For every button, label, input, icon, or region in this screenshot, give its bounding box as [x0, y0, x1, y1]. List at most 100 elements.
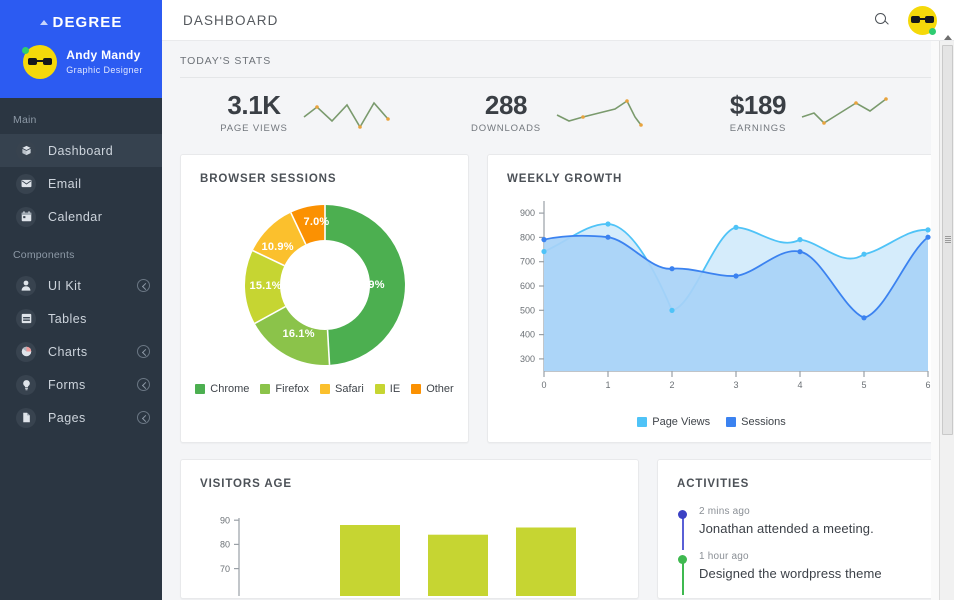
sidebar-item-label: Calendar — [48, 210, 102, 224]
legend-label: Chrome — [210, 383, 249, 395]
donut-chart-area: 50.9% 16.1% 15.1% 10.9% 7.0% — [181, 187, 468, 383]
donut-label-other: 7.0% — [304, 216, 330, 228]
cards-wrapper: BROWSER SESSIONS — [162, 154, 954, 599]
legend-label: Safari — [335, 383, 364, 395]
sidebar-item-label: UI Kit — [48, 279, 81, 293]
legend-item-safari[interactable]: Safari — [320, 383, 364, 395]
user-text: Andy Mandy Graphic Designer — [66, 48, 142, 76]
svg-text:6: 6 — [925, 380, 930, 390]
bar-1 — [340, 525, 400, 596]
top-bar-actions — [874, 6, 937, 35]
user-name: Andy Mandy — [66, 48, 142, 63]
chevron-left-icon[interactable] — [137, 378, 150, 391]
activity-timeline-line — [682, 561, 684, 595]
sidebar-item-pages[interactable]: Pages — [0, 401, 162, 434]
activity-item[interactable]: 2 mins ago Jonathan attended a meeting. — [677, 506, 935, 542]
dashboard-app: DEGREE Andy Mandy Graphic Designer Main … — [0, 0, 954, 600]
avatar-emoji-icon[interactable] — [908, 6, 937, 35]
donut-label-firefox: 16.1% — [283, 328, 315, 340]
donut-chart: 50.9% 16.1% 15.1% 10.9% 7.0% — [241, 201, 409, 369]
sunglasses-icon — [911, 16, 934, 23]
weekly-chart-area: 300 400 500 600 700 800 900 — [488, 185, 935, 413]
sidebar-item-label: Dashboard — [48, 144, 113, 158]
envelope-icon — [16, 174, 36, 194]
activity-dot-icon — [678, 510, 687, 519]
bulb-icon — [16, 375, 36, 395]
scroll-area: TODAY'S STATS 3.1K PAGE VIEWS — [162, 41, 954, 600]
visitors-chart-area: 70 80 90 — [181, 490, 638, 599]
svg-text:0: 0 — [541, 380, 546, 390]
activity-bullet — [677, 506, 688, 536]
sidebar-user[interactable]: Andy Mandy Graphic Designer — [19, 45, 142, 79]
avatar-emoji-icon — [23, 45, 57, 79]
weekly-legend: Page Views Sessions — [488, 416, 935, 428]
legend-swatch — [195, 384, 205, 394]
card-activities: ACTIVITIES 2 mins ago Jonathan attended … — [657, 459, 936, 599]
main-content: DASHBOARD TODAY'S STATS 3.1K PAG — [162, 0, 954, 600]
calendar-icon — [16, 207, 36, 227]
card-visitors-age: VISITORS AGE — [180, 459, 639, 599]
svg-text:400: 400 — [520, 330, 535, 340]
scrollbar-thumb[interactable] — [942, 45, 953, 435]
legend-item-firefox[interactable]: Firefox — [260, 383, 309, 395]
legend-swatch — [320, 384, 330, 394]
chevron-left-icon[interactable] — [137, 279, 150, 292]
scroll-up-arrow-icon[interactable] — [944, 35, 952, 40]
sidebar-item-label: Pages — [48, 411, 86, 425]
sidebar-item-email[interactable]: Email — [0, 167, 162, 200]
svg-text:80: 80 — [220, 540, 230, 550]
stat-value: 288 — [471, 92, 541, 119]
legend-item-ie[interactable]: IE — [375, 383, 400, 395]
stat-downloads: 288 DOWNLOADS — [432, 92, 684, 134]
svg-text:3: 3 — [733, 380, 738, 390]
legend-label: IE — [390, 383, 400, 395]
sidebar-item-label: Forms — [48, 378, 86, 392]
sidebar-item-tables[interactable]: Tables — [0, 302, 162, 335]
activities-list: 2 mins ago Jonathan attended a meeting. — [658, 490, 935, 587]
svg-text:700: 700 — [520, 257, 535, 267]
legend-item-chrome[interactable]: Chrome — [195, 383, 249, 395]
brand-row[interactable]: DEGREE — [40, 10, 123, 34]
activity-dot-icon — [678, 555, 687, 564]
search-icon[interactable] — [874, 12, 890, 28]
chevron-left-icon[interactable] — [137, 411, 150, 424]
legend-swatch — [637, 417, 647, 427]
sidebar-item-forms[interactable]: Forms — [0, 368, 162, 401]
stat-caption: PAGE VIEWS — [220, 123, 287, 134]
sidebar-item-calendar[interactable]: Calendar — [0, 200, 162, 233]
legend-label: Firefox — [275, 383, 309, 395]
svg-text:5: 5 — [861, 380, 866, 390]
activity-item[interactable]: 1 hour ago Designed the wordpress theme — [677, 551, 935, 587]
weekly-growth-svg: 300 400 500 600 700 800 900 — [488, 195, 935, 410]
top-bar: DASHBOARD — [162, 0, 954, 41]
svg-text:800: 800 — [520, 233, 535, 243]
sidebar-item-ui-kit[interactable]: UI Kit — [0, 269, 162, 302]
legend-item-other[interactable]: Other — [411, 383, 454, 395]
dashboard-icon — [16, 141, 36, 161]
activity-text: Jonathan attended a meeting. — [699, 521, 874, 536]
legend-swatch — [411, 384, 421, 394]
svg-text:900: 900 — [520, 208, 535, 218]
card-weekly-growth: WEEKLY GROWTH — [487, 154, 936, 443]
activity-timeline-line — [682, 516, 684, 550]
activity-text: Designed the wordpress theme — [699, 566, 882, 581]
sidebar-item-dashboard[interactable]: Dashboard — [0, 134, 162, 167]
svg-text:1: 1 — [605, 380, 610, 390]
legend-item-page-views[interactable]: Page Views — [637, 416, 710, 428]
stat-earnings: $189 EARNINGS — [684, 92, 936, 134]
file-icon — [16, 408, 36, 428]
legend-item-sessions[interactable]: Sessions — [726, 416, 786, 428]
activity-time: 2 mins ago — [699, 506, 874, 517]
sunglasses-icon — [28, 58, 52, 65]
vertical-scrollbar[interactable] — [939, 41, 954, 600]
card-browser-sessions: BROWSER SESSIONS — [180, 154, 469, 443]
legend-swatch — [260, 384, 270, 394]
stat-caption: EARNINGS — [730, 123, 786, 134]
card-title: WEEKLY GROWTH — [488, 155, 935, 185]
chevron-left-icon[interactable] — [137, 345, 150, 358]
bar-3 — [516, 528, 576, 597]
legend-swatch — [726, 417, 736, 427]
legend-label: Page Views — [652, 416, 710, 428]
sidebar-item-charts[interactable]: Charts — [0, 335, 162, 368]
activity-time: 1 hour ago — [699, 551, 882, 562]
